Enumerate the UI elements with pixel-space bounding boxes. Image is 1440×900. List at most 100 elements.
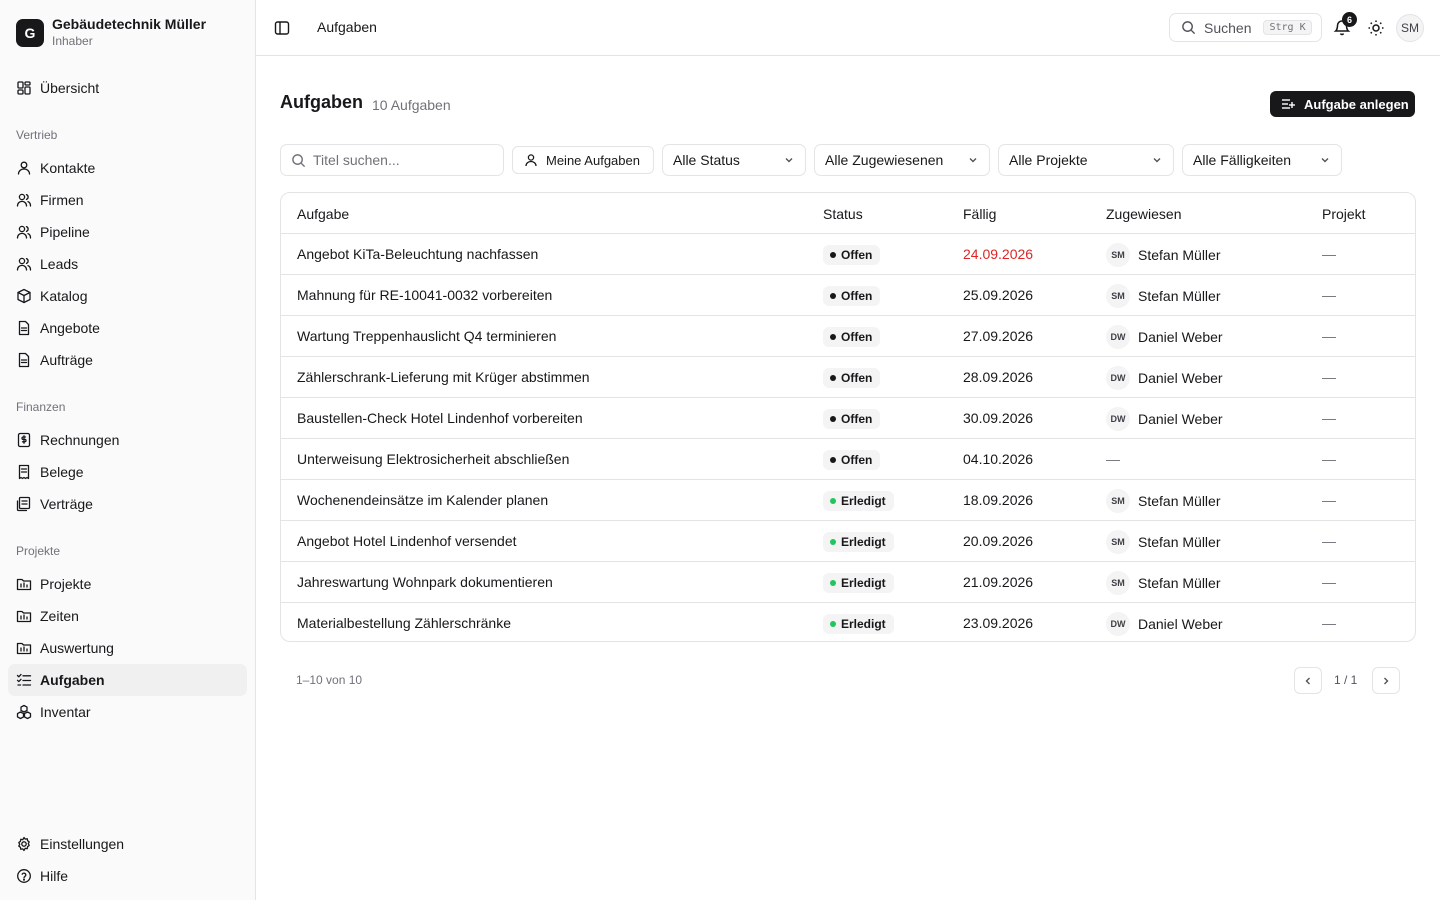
- due-date: 21.09.2026: [963, 574, 1034, 590]
- chevron-left-icon: [1305, 677, 1310, 684]
- table-row[interactable]: Wartung Treppenhauslicht Q4 terminieren O…: [281, 316, 1415, 357]
- status-filter-select[interactable]: Alle Status: [662, 144, 806, 176]
- sidebar-item-auftraege[interactable]: Aufträge: [8, 344, 247, 376]
- task-title[interactable]: Wochenendeinsätze im Kalender planen: [297, 492, 548, 508]
- page-title: Aufgaben: [280, 92, 363, 112]
- sidebar-item-katalog[interactable]: Katalog: [8, 280, 247, 312]
- file-icon: [16, 352, 32, 368]
- status-label: Offen: [841, 289, 873, 303]
- task-title[interactable]: Materialbestellung Zählerschränke: [297, 615, 511, 631]
- task-title[interactable]: Jahreswartung Wohnpark dokumentieren: [297, 574, 553, 590]
- sidebar-item-belege[interactable]: Belege: [8, 456, 247, 488]
- user-icon: [525, 154, 537, 167]
- sidebar-item-label: Projekte: [40, 576, 92, 592]
- due-filter-select[interactable]: Alle Fälligkeiten: [1182, 144, 1342, 176]
- sidebar-item-rechnungen[interactable]: Rechnungen: [8, 424, 247, 456]
- sidebar-item-kontakte[interactable]: Kontakte: [8, 152, 247, 184]
- sidebar-item-label: Hilfe: [40, 868, 69, 884]
- table-row[interactable]: Wochenendeinsätze im Kalender planen Erle…: [281, 480, 1415, 521]
- next-page-button[interactable]: [1372, 667, 1400, 694]
- column-header-due[interactable]: Fällig: [963, 206, 996, 222]
- assignee-name: Daniel Weber: [1138, 411, 1223, 427]
- status-badge: Offen: [823, 450, 881, 470]
- column-header-task[interactable]: Aufgabe: [297, 206, 349, 222]
- sidebar-item-vertraege[interactable]: Verträge: [8, 488, 247, 520]
- task-title[interactable]: Mahnung für RE-10041-0032 vorbereiten: [297, 287, 552, 303]
- sidebar-item-pipeline[interactable]: Pipeline: [8, 216, 247, 248]
- assignee: SM Stefan Müller: [1106, 284, 1220, 308]
- sidebar-item-hilfe[interactable]: Hilfe: [8, 860, 247, 892]
- task-title[interactable]: Angebot Hotel Lindenhof versendet: [297, 533, 517, 549]
- column-header-status[interactable]: Status: [823, 206, 863, 222]
- sidebar-item-angebote[interactable]: Angebote: [8, 312, 247, 344]
- assignee: DW Daniel Weber: [1106, 366, 1223, 390]
- search-label: Suchen: [1204, 19, 1252, 36]
- my-tasks-filter-button[interactable]: Meine Aufgaben: [512, 146, 654, 174]
- task-title[interactable]: Baustellen-Check Hotel Lindenhof vorbere…: [297, 410, 583, 426]
- assignee-avatar: SM: [1106, 530, 1130, 554]
- sidebar-toggle-button[interactable]: [272, 16, 292, 40]
- sidebar-item-label: Aufgaben: [40, 672, 105, 688]
- theme-toggle-icon[interactable]: [1367, 19, 1385, 37]
- create-task-button[interactable]: Aufgabe anlegen: [1270, 91, 1415, 117]
- project-value: —: [1322, 410, 1336, 426]
- table-row[interactable]: Baustellen-Check Hotel Lindenhof vorbere…: [281, 398, 1415, 439]
- sidebar-item-firmen[interactable]: Firmen: [8, 184, 247, 216]
- sidebar-item-label: Firmen: [40, 192, 84, 208]
- assignee-filter-select[interactable]: Alle Zugewiesenen: [814, 144, 990, 176]
- column-header-assignee[interactable]: Zugewiesen: [1106, 206, 1182, 222]
- sidebar-item-zeiten[interactable]: Zeiten: [8, 600, 247, 632]
- task-title[interactable]: Wartung Treppenhauslicht Q4 terminieren: [297, 328, 556, 344]
- column-header-project[interactable]: Projekt: [1322, 206, 1366, 222]
- user-icon: [16, 160, 32, 176]
- table-row[interactable]: Angebot Hotel Lindenhof versendet Erledig…: [281, 521, 1415, 562]
- assignee-name: Stefan Müller: [1138, 575, 1221, 591]
- project-value: —: [1322, 328, 1336, 344]
- due-date: 24.09.2026: [963, 246, 1034, 262]
- sidebar-group-vertrieb: Vertrieb: [16, 128, 58, 142]
- sidebar-item-leads[interactable]: Leads: [8, 248, 247, 280]
- sidebar-item-inventar[interactable]: Inventar: [8, 696, 247, 728]
- user-avatar[interactable]: SM: [1396, 14, 1424, 42]
- chevron-down-icon: [1153, 158, 1161, 163]
- search-icon: [292, 153, 306, 167]
- table-row[interactable]: Unterweisung Elektrosicherheit abschließ…: [281, 439, 1415, 480]
- table-row[interactable]: Zählerschrank-Lieferung mit Krüger absti…: [281, 357, 1415, 398]
- contract-icon: [16, 496, 32, 512]
- sidebar-item-aufgaben[interactable]: Aufgaben: [8, 664, 247, 696]
- chevron-right-icon: [1384, 677, 1389, 684]
- project-value: —: [1322, 533, 1336, 549]
- table-row[interactable]: Mahnung für RE-10041-0032 vorbereiten Off…: [281, 275, 1415, 316]
- assignee-avatar: SM: [1106, 243, 1130, 267]
- due-date: 25.09.2026: [963, 287, 1034, 303]
- folder-icon: [16, 576, 32, 592]
- global-search-button[interactable]: Suchen Strg K: [1169, 13, 1322, 42]
- task-title[interactable]: Unterweisung Elektrosicherheit abschließ…: [297, 451, 569, 467]
- workspace-switcher[interactable]: G Gebäudetechnik Müller Inhaber: [16, 16, 206, 49]
- project-value: —: [1322, 451, 1336, 467]
- assignee-name: Stefan Müller: [1138, 247, 1221, 263]
- table-row[interactable]: Jahreswartung Wohnpark dokumentieren Erle…: [281, 562, 1415, 603]
- task-search-field[interactable]: [280, 144, 504, 176]
- task-search-input[interactable]: [313, 152, 493, 168]
- status-dot: [830, 621, 836, 627]
- sidebar-item-projekte[interactable]: Projekte: [8, 568, 247, 600]
- tasks-icon: [16, 672, 32, 688]
- task-title[interactable]: Angebot KiTa-Beleuchtung nachfassen: [297, 246, 538, 262]
- sidebar-item-label: Angebote: [40, 320, 100, 336]
- table-row[interactable]: Materialbestellung Zählerschränke Erledig…: [281, 603, 1415, 641]
- assignee-name: Stefan Müller: [1138, 493, 1221, 509]
- chevron-down-icon: [969, 158, 977, 163]
- due-date: 30.09.2026: [963, 410, 1034, 426]
- table-row[interactable]: Angebot KiTa-Beleuchtung nachfassen Offen…: [281, 234, 1415, 275]
- sidebar-item-label: Belege: [40, 464, 84, 480]
- sidebar-item-einstellungen[interactable]: Einstellungen: [8, 828, 247, 860]
- task-title[interactable]: Zählerschrank-Lieferung mit Krüger absti…: [297, 369, 590, 385]
- sidebar-item-label: Inventar: [40, 704, 91, 720]
- previous-page-button[interactable]: [1294, 667, 1322, 694]
- due-date: 27.09.2026: [963, 328, 1034, 344]
- status-dot: [830, 539, 836, 545]
- project-filter-select[interactable]: Alle Projekte: [998, 144, 1174, 176]
- sidebar-item-auswertung[interactable]: Auswertung: [8, 632, 247, 664]
- sidebar-item-uebersicht[interactable]: Übersicht: [8, 72, 247, 104]
